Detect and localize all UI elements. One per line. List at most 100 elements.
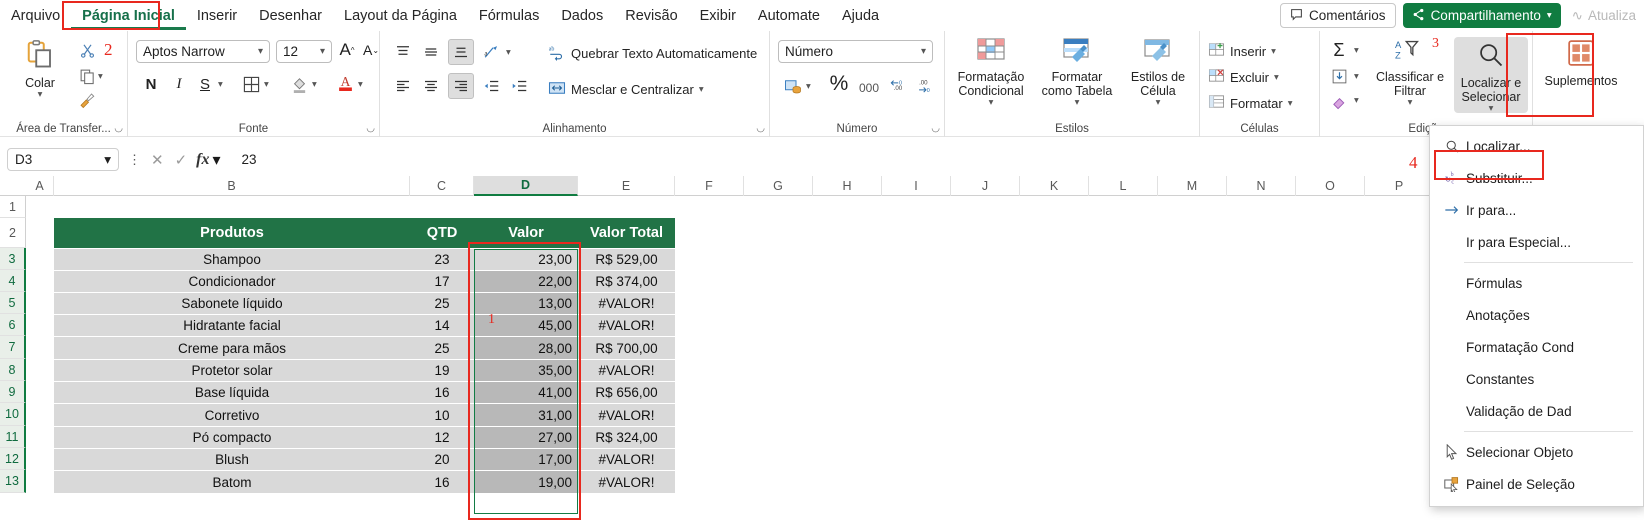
autosum-button[interactable]: Σ — [1328, 39, 1350, 61]
cell-E9[interactable]: R$ 656,00 — [578, 382, 675, 403]
cell-D10[interactable]: 31,00 — [474, 404, 578, 426]
merge-center-button[interactable]: Mesclar e Centralizar ▾ — [548, 79, 704, 100]
cell-B4[interactable]: Condicionador — [54, 271, 410, 292]
increase-decimal-button[interactable]: .00 0 — [915, 75, 937, 97]
row-header-12[interactable]: 12 — [0, 448, 26, 470]
accounting-format-button[interactable] — [782, 75, 804, 97]
italic-button[interactable]: I — [168, 73, 190, 95]
insert-cells-button[interactable]: Inserir ▾ — [1208, 41, 1276, 61]
column-header-L[interactable]: L — [1089, 176, 1158, 196]
row-header-6[interactable]: 6 — [0, 314, 26, 336]
cell-D2[interactable]: Valor — [474, 218, 578, 248]
cell-B2[interactable]: Produtos — [54, 218, 410, 248]
formula-bar-options[interactable]: ⋮ — [128, 152, 142, 168]
align-right-button[interactable] — [448, 73, 474, 99]
cell-D8[interactable]: 35,00 — [474, 360, 578, 381]
align-bottom-button[interactable] — [448, 39, 474, 65]
copy-button[interactable] — [76, 65, 98, 87]
clipboard-dialog-launcher[interactable]: ◡ — [114, 123, 123, 134]
cell-B10[interactable]: Corretivo — [54, 404, 410, 426]
fill-button[interactable] — [1328, 65, 1350, 87]
cell-E3[interactable]: R$ 529,00 — [578, 249, 675, 270]
conditional-formatting-button[interactable]: Formatação Condicional ▾ — [949, 37, 1033, 109]
decrease-indent-button[interactable] — [480, 75, 502, 97]
cell-E13[interactable]: #VALOR! — [578, 471, 675, 493]
tab-exibir[interactable]: Exibir — [689, 2, 747, 30]
addins-button[interactable]: Suplementos — [1539, 39, 1623, 88]
column-header-F[interactable]: F — [675, 176, 744, 196]
column-header-M[interactable]: M — [1158, 176, 1227, 196]
cell-C8[interactable]: 19 — [410, 360, 474, 381]
delete-cells-button[interactable]: Excluir ▾ — [1208, 67, 1279, 87]
cell-B7[interactable]: Creme para mãos — [54, 337, 410, 359]
update-button[interactable]: ∿ Atualiza — [1568, 3, 1640, 28]
cell-C9[interactable]: 16 — [410, 382, 474, 403]
wrap-text-button[interactable]: ab Quebrar Texto Automaticamente — [548, 43, 757, 64]
underline-button[interactable]: S — [194, 73, 216, 95]
cell-D11[interactable]: 27,00 — [474, 427, 578, 448]
tab-ajuda[interactable]: Ajuda — [831, 2, 890, 30]
menu-item-selecionar-objetos[interactable]: Selecionar Objeto — [1430, 436, 1643, 468]
cell-C11[interactable]: 12 — [410, 427, 474, 448]
column-header-H[interactable]: H — [813, 176, 882, 196]
cell-B12[interactable]: Blush — [54, 449, 410, 470]
comma-format-button[interactable]: 000 — [858, 77, 880, 99]
insert-function-icon[interactable]: fx — [196, 151, 209, 169]
menu-item-validacao-de-dados[interactable]: Validação de Dad — [1430, 395, 1643, 427]
cell-B6[interactable]: Hidratante facial — [54, 315, 410, 336]
row-header-9[interactable]: 9 — [0, 381, 26, 403]
increase-indent-button[interactable] — [508, 75, 530, 97]
row-header-10[interactable]: 10 — [0, 403, 26, 426]
row-header-4[interactable]: 4 — [0, 270, 26, 292]
tab-pagina-inicial[interactable]: Página Inicial — [71, 2, 186, 30]
align-center-button[interactable] — [420, 75, 442, 97]
tab-formulas[interactable]: Fórmulas — [468, 2, 550, 30]
cell-B9[interactable]: Base líquida — [54, 382, 410, 403]
tab-automate[interactable]: Automate — [747, 2, 831, 30]
row-header-8[interactable]: 8 — [0, 359, 26, 381]
cell-D5[interactable]: 13,00 — [474, 293, 578, 314]
menu-item-painel-de-selecao[interactable]: Painel de Seleção — [1430, 468, 1643, 500]
tab-layout-da-pagina[interactable]: Layout da Página — [333, 2, 468, 30]
borders-button[interactable] — [240, 73, 262, 95]
row-header-7[interactable]: 7 — [0, 336, 26, 359]
cell-E4[interactable]: R$ 374,00 — [578, 271, 675, 292]
cell-E5[interactable]: #VALOR! — [578, 293, 675, 314]
confirm-entry-icon[interactable]: ✓ — [175, 151, 188, 169]
cell-B5[interactable]: Sabonete líquido — [54, 293, 410, 314]
format-cells-button[interactable]: Formatar ▾ — [1208, 93, 1293, 113]
cell-B13[interactable]: Batom — [54, 471, 410, 493]
column-header-K[interactable]: K — [1020, 176, 1089, 196]
alignment-dialog-launcher[interactable]: ◡ — [756, 123, 765, 134]
cell-C12[interactable]: 20 — [410, 449, 474, 470]
row-header-11[interactable]: 11 — [0, 426, 26, 448]
tab-arquivo[interactable]: Arquivo — [0, 2, 71, 30]
column-header-D[interactable]: D — [474, 176, 578, 196]
align-top-button[interactable] — [392, 41, 414, 63]
tab-inserir[interactable]: Inserir — [186, 2, 248, 30]
menu-item-constantes[interactable]: Constantes — [1430, 363, 1643, 395]
cell-E8[interactable]: #VALOR! — [578, 360, 675, 381]
increase-font-size-button[interactable]: A ^ — [336, 39, 358, 61]
cell-D3[interactable]: 23,00 — [474, 249, 578, 270]
text-orientation-button[interactable]: a — [480, 41, 502, 63]
row-header-13[interactable]: 13 — [0, 470, 26, 493]
column-header-G[interactable]: G — [744, 176, 813, 196]
decrease-font-size-button[interactable]: A ⌄ — [360, 39, 382, 61]
column-header-N[interactable]: N — [1227, 176, 1296, 196]
find-select-button[interactable]: Localizar e Selecionar ▾ — [1454, 37, 1528, 114]
number-format-select[interactable]: Número ▾ — [778, 40, 933, 63]
cell-E12[interactable]: #VALOR! — [578, 449, 675, 470]
column-header-I[interactable]: I — [882, 176, 951, 196]
column-header-J[interactable]: J — [951, 176, 1020, 196]
row-header-1[interactable]: 1 — [0, 196, 26, 218]
cell-C2[interactable]: QTD — [410, 218, 474, 248]
column-header-E[interactable]: E — [578, 176, 675, 196]
cancel-entry-icon[interactable]: ✕ — [151, 151, 164, 169]
font-family-select[interactable]: Aptos Narrow ▾ — [136, 40, 270, 63]
cell-C4[interactable]: 17 — [410, 271, 474, 292]
cell-E6[interactable]: #VALOR! — [578, 315, 675, 336]
cell-styles-button[interactable]: Estilos de Célula ▾ — [1121, 37, 1195, 109]
cell-C7[interactable]: 25 — [410, 337, 474, 359]
tab-desenhar[interactable]: Desenhar — [248, 2, 333, 30]
